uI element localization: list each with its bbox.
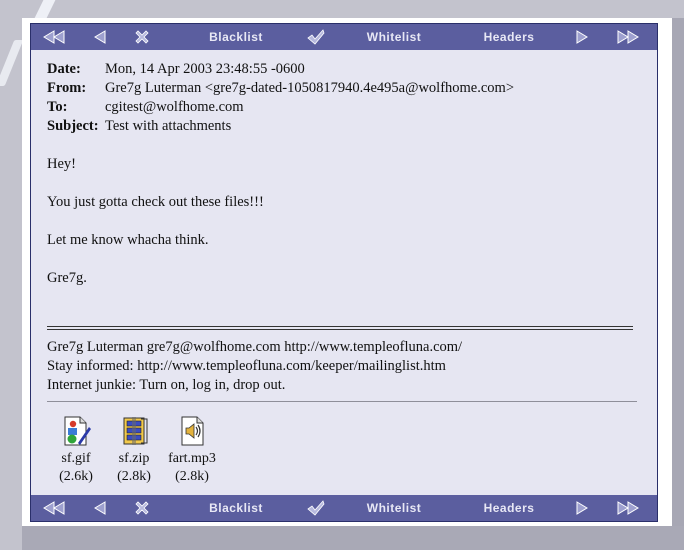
body-line: Let me know whacha think. [47,232,209,248]
headers-button[interactable]: Headers [471,495,547,521]
previous-message-button[interactable] [87,24,113,50]
double-right-arrow-icon [617,501,639,515]
image-file-icon [64,416,91,446]
audio-file-icon [181,416,204,446]
header-value: Test with attachments [105,118,232,134]
attachment-fart-mp3[interactable]: fart.mp3 (2.8k) [163,415,221,486]
right-arrow-icon [576,501,588,515]
top-decoration [22,0,684,20]
last-message-button[interactable] [611,24,645,50]
header-to: To: cgitest@wolfhome.com [47,98,637,117]
header-from: From: Gre7g Luterman <gre7g-dated-105081… [47,79,637,98]
header-value: Mon, 14 Apr 2003 23:48:55 -0600 [105,61,305,77]
whitelist-button[interactable]: Whitelist [351,24,437,50]
message-content: Date: Mon, 14 Apr 2003 23:48:55 -0600 Fr… [47,60,637,288]
previous-message-button[interactable] [87,495,113,521]
decorative-slash [0,40,24,86]
last-message-button[interactable] [611,495,645,521]
delete-button[interactable] [127,24,157,50]
left-decoration [0,0,24,550]
message-panel: Blacklist Whitelist Headers Date: Mon, 1… [22,18,672,526]
body-line: Hey! [47,156,76,172]
header-value: cgitest@wolfhome.com [105,99,244,115]
checkmark-icon [307,500,325,516]
header-subject: Subject: Test with attachments [47,117,637,136]
header-value: Gre7g Luterman <gre7g-dated-1050817940.4… [105,80,515,96]
x-mark-icon [135,501,149,515]
next-message-button[interactable] [569,495,595,521]
delete-button[interactable] [127,495,157,521]
blacklist-button[interactable]: Blacklist [191,495,281,521]
body-line: Gre7g. [47,270,87,286]
signature-line: Stay informed: http://www.templeofluna.c… [47,358,446,374]
header-label: Subject: [47,118,99,134]
signature-line: Internet junkie: Turn on, log in, drop o… [47,377,286,393]
message-frame: Blacklist Whitelist Headers Date: Mon, 1… [30,23,658,522]
double-right-arrow-icon [617,30,639,44]
header-label: From: [47,80,87,96]
panel-shadow [672,18,684,536]
attachment-size: (2.8k) [117,469,151,484]
double-left-arrow-icon [43,501,65,515]
attachment-name: sf.gif [61,451,91,466]
attachment-sf-zip[interactable]: sf.zip (2.8k) [105,415,163,486]
attachment-name: fart.mp3 [168,451,216,466]
header-date: Date: Mon, 14 Apr 2003 23:48:55 -0600 [47,60,637,79]
double-left-arrow-icon [43,30,65,44]
checkmark-icon [307,29,325,45]
decorative-slash [33,0,59,20]
signature: Gre7g Luterman gre7g@wolfhome.com http:/… [47,338,637,395]
attachments-divider [47,401,637,402]
bottom-toolbar: Blacklist Whitelist Headers [31,495,657,521]
top-toolbar: Blacklist Whitelist Headers [31,24,657,50]
attachment-sf-gif[interactable]: sf.gif (2.6k) [47,415,105,486]
approve-button[interactable] [301,24,331,50]
blacklist-button[interactable]: Blacklist [191,24,281,50]
panel-shadow [22,526,684,550]
header-label: To: [47,99,68,115]
first-message-button[interactable] [37,495,71,521]
attachment-size: (2.6k) [59,469,93,484]
left-arrow-icon [94,501,106,515]
x-mark-icon [135,30,149,44]
left-arrow-icon [94,30,106,44]
first-message-button[interactable] [37,24,71,50]
headers-button[interactable]: Headers [471,24,547,50]
attachments-list: sf.gif (2.6k) sf.zip (2.8k) fart.mp3 (2.… [47,415,221,486]
body-line: You just gotta check out these files!!! [47,194,264,210]
signature-separator [47,326,633,330]
signature-line: Gre7g Luterman gre7g@wolfhome.com http:/… [47,339,463,355]
whitelist-button[interactable]: Whitelist [351,495,437,521]
attachment-size: (2.8k) [175,469,209,484]
right-arrow-icon [576,30,588,44]
next-message-button[interactable] [569,24,595,50]
attachment-name: sf.zip [118,451,150,466]
archive-file-icon [123,417,148,445]
header-label: Date: [47,61,81,77]
approve-button[interactable] [301,495,331,521]
